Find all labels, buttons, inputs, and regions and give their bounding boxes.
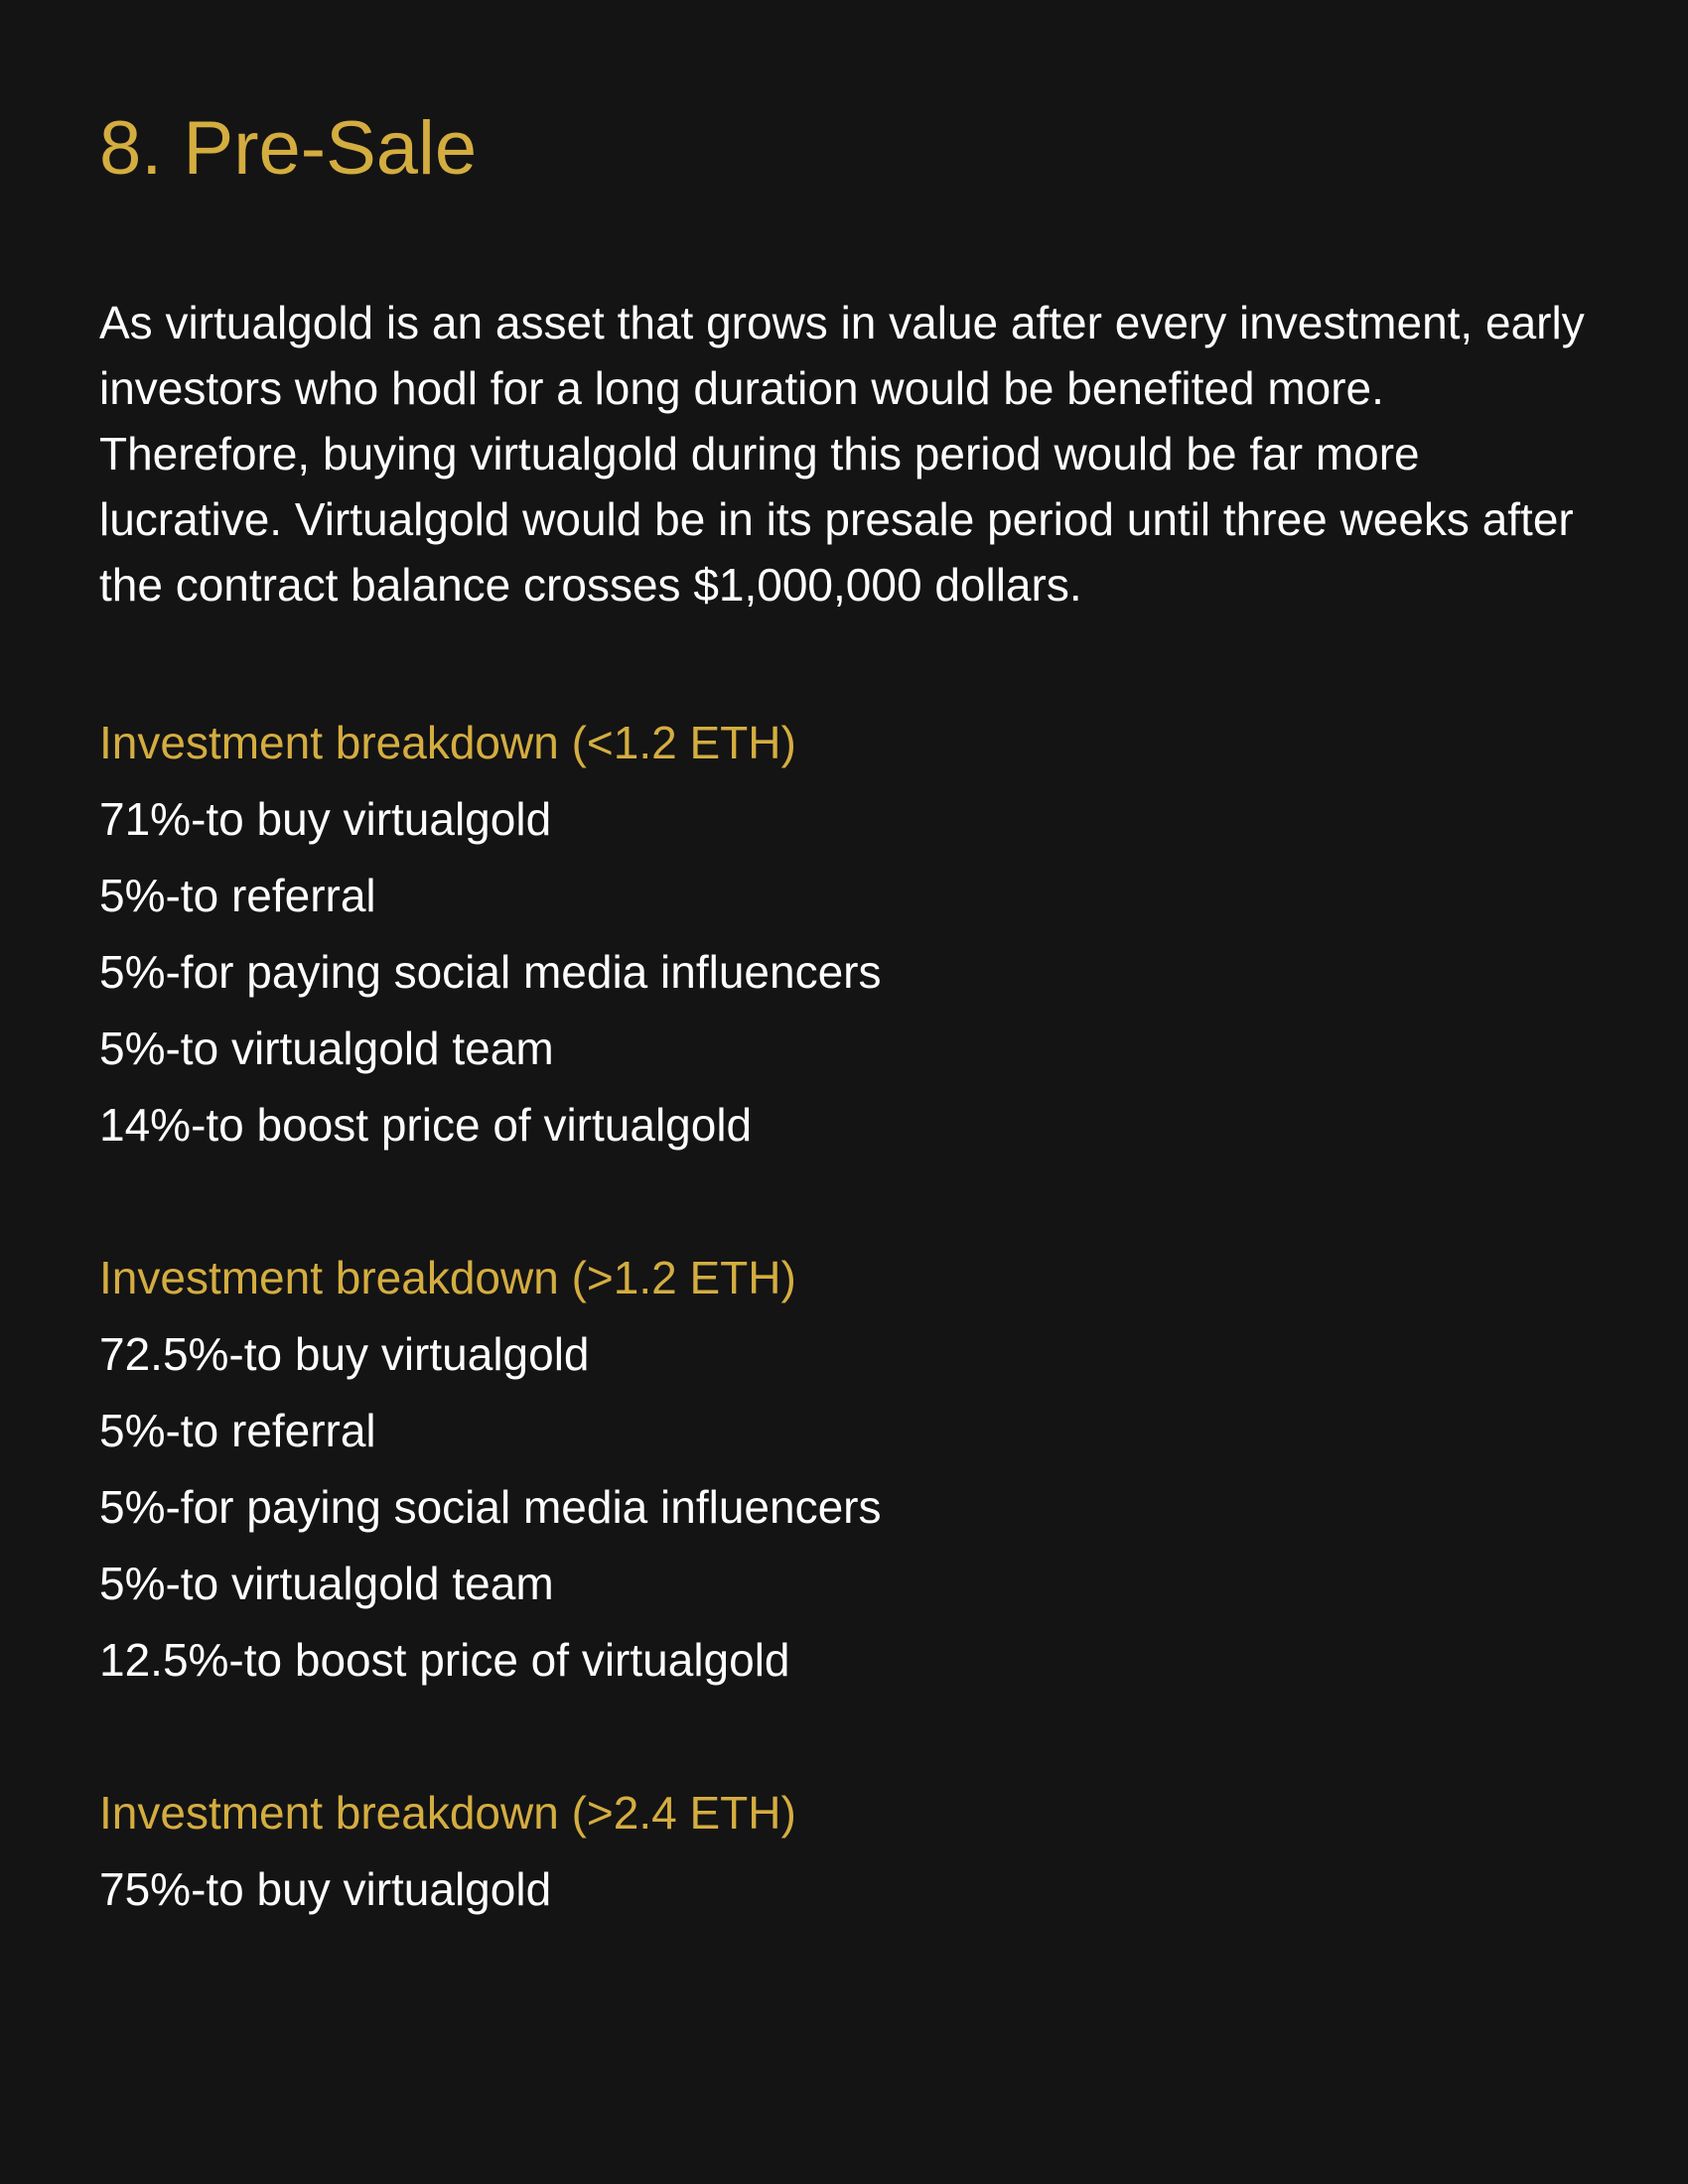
breakdown-list: 72.5%-to buy virtualgold 5%-to referral … [99,1316,1589,1699]
breakdown-list: 75%-to buy virtualgold [99,1851,1589,1928]
investment-breakdown-over-1-2-eth: Investment breakdown (>1.2 ETH) 72.5%-to… [99,1240,1589,1699]
investment-breakdown-under-1-2-eth: Investment breakdown (<1.2 ETH) 71%-to b… [99,705,1589,1163]
section-heading: Investment breakdown (>2.4 ETH) [99,1787,796,1839]
list-item: 5%-to referral [99,1405,376,1456]
page-title: 8. Pre-Sale [99,106,478,191]
breakdown-list: 71%-to buy virtualgold 5%-to referral 5%… [99,781,1589,1163]
list-item: 14%-to boost price of virtualgold [99,1099,753,1151]
list-item: 5%-to virtualgold team [99,1023,554,1074]
document-page: 8. Pre-Sale As virtualgold is an asset t… [0,0,1688,2184]
list-item: 5%-to virtualgold team [99,1558,554,1609]
list-item: 5%-for paying social media influencers [99,1481,882,1533]
investment-breakdown-over-2-4-eth: Investment breakdown (>2.4 ETH) 75%-to b… [99,1775,1589,1928]
list-item: 12.5%-to boost price of virtualgold [99,1634,790,1686]
list-item: 5%-to referral [99,870,376,921]
list-item: 71%-to buy virtualgold [99,793,552,845]
list-item: 5%-for paying social media influencers [99,946,882,998]
section-heading: Investment breakdown (>1.2 ETH) [99,1252,796,1303]
list-item: 72.5%-to buy virtualgold [99,1328,590,1380]
section-heading: Investment breakdown (<1.2 ETH) [99,717,796,768]
intro-paragraph: As virtualgold is an asset that grows in… [99,297,1585,611]
list-item: 75%-to buy virtualgold [99,1863,552,1915]
